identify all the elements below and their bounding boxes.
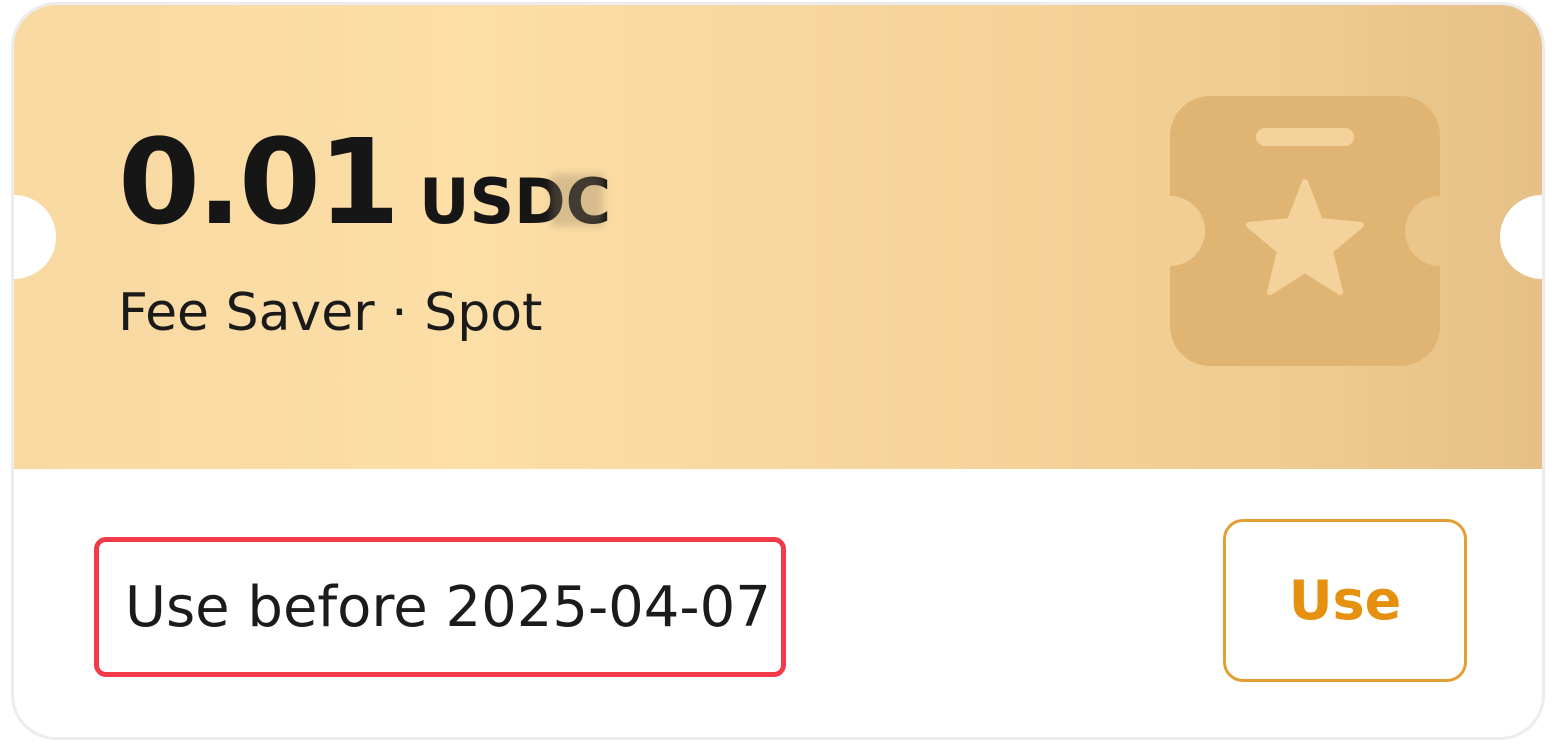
coupon-card: 0.01 USDC Fee Saver · Spot Use before 20… — [14, 5, 1542, 737]
redaction-blur — [551, 174, 604, 226]
expiry-highlight-box: Use before 2025-04-07 — [94, 537, 786, 677]
expiry-date-text: Use before 2025-04-07 — [125, 574, 771, 640]
coupon-header: 0.01 USDC Fee Saver · Spot — [14, 5, 1542, 469]
coupon-amount-row: 0.01 USDC — [118, 123, 611, 241]
coupon-amount: 0.01 — [118, 113, 400, 251]
use-button[interactable]: Use — [1223, 519, 1467, 682]
coupon-currency: USDC — [419, 171, 611, 233]
coupon-type-label: Fee Saver · Spot — [118, 283, 543, 343]
ticket-star-icon — [1170, 96, 1440, 366]
